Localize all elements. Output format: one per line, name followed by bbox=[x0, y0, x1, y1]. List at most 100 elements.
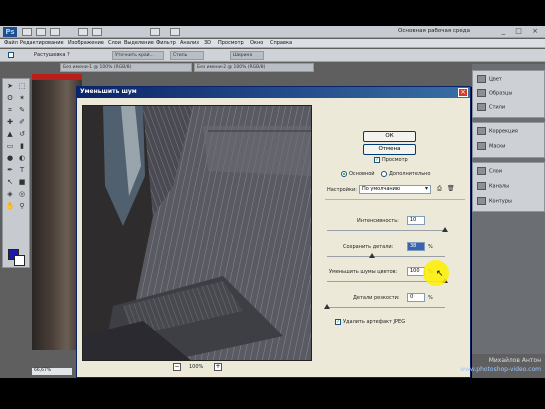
pen-tool-icon[interactable]: ✒ bbox=[5, 166, 15, 175]
sharpen-details-input[interactable]: 0 bbox=[407, 293, 425, 302]
healing-brush-icon[interactable]: ✚ bbox=[5, 118, 15, 127]
zoom-in-button[interactable]: + bbox=[214, 363, 222, 371]
strength-slider-thumb[interactable] bbox=[442, 227, 448, 232]
path-selection-icon[interactable]: ↖ bbox=[5, 178, 15, 187]
bridge-icon[interactable] bbox=[22, 28, 32, 36]
background-color-swatch[interactable] bbox=[14, 255, 25, 266]
adjustments-panel-tab[interactable]: Коррекция bbox=[477, 127, 518, 139]
document-canvas[interactable] bbox=[32, 74, 82, 350]
cursor-icon: ↖ bbox=[436, 269, 444, 279]
menu-analysis[interactable]: Анализ bbox=[180, 40, 199, 46]
menu-window[interactable]: Окно bbox=[250, 40, 263, 46]
eyedropper-icon[interactable]: ✎ bbox=[17, 106, 27, 115]
brush-tool-icon[interactable]: ✐ bbox=[17, 118, 27, 127]
menu-3d[interactable]: 3D bbox=[204, 40, 211, 46]
type-tool-icon[interactable]: T bbox=[17, 166, 27, 175]
options-checkbox[interactable] bbox=[8, 52, 14, 58]
width-field[interactable]: Ширина bbox=[230, 51, 264, 60]
styles-panel-tab[interactable]: Стили bbox=[477, 103, 505, 115]
cancel-button[interactable]: Отмена bbox=[363, 144, 416, 155]
swatches-panel-icon bbox=[477, 89, 486, 97]
preserve-details-slider-track[interactable] bbox=[327, 256, 445, 257]
magic-wand-icon[interactable]: ✶ bbox=[17, 94, 27, 103]
status-zoom: 66,67% bbox=[32, 368, 72, 375]
menu-file[interactable]: Файл bbox=[4, 40, 18, 46]
style-dropdown[interactable]: Стиль bbox=[170, 51, 204, 60]
sharpen-details-percent: % bbox=[428, 295, 433, 301]
swatches-panel-label: Образцы bbox=[489, 90, 513, 97]
masks-panel-tab[interactable]: Маски bbox=[477, 142, 505, 154]
blur-tool-icon[interactable]: ● bbox=[5, 154, 15, 163]
preview-checkbox[interactable]: ✓ bbox=[374, 157, 380, 163]
shape-tool-icon[interactable]: ■ bbox=[17, 178, 27, 187]
lasso-tool-icon[interactable]: ʘ bbox=[5, 94, 15, 103]
watermark-url: www.photoshop-video.com bbox=[460, 366, 541, 373]
menu-layers[interactable]: Слои bbox=[108, 40, 121, 46]
hand-tool-icon[interactable] bbox=[78, 28, 88, 36]
channels-panel-tab[interactable]: Каналы bbox=[477, 182, 509, 194]
screen-mode-icon[interactable] bbox=[170, 28, 180, 36]
filter-preview[interactable] bbox=[82, 105, 312, 361]
styles-panel-icon bbox=[477, 103, 486, 111]
mode-basic-radio[interactable] bbox=[341, 171, 347, 177]
color-panel-group: Цвет Образцы Стили bbox=[472, 70, 545, 118]
dialog-titlebar[interactable]: Уменьшить шум × bbox=[77, 87, 470, 98]
save-settings-icon[interactable]: ⎙ bbox=[437, 185, 442, 193]
clone-stamp-icon[interactable]: ▲ bbox=[5, 130, 15, 139]
paths-panel-tab[interactable]: Контуры bbox=[477, 197, 512, 209]
dodge-tool-icon[interactable]: ◐ bbox=[17, 154, 27, 163]
menu-help[interactable]: Справка bbox=[270, 40, 292, 46]
document-tab-2[interactable]: Без имени-2 @ 100% (RGB/8) bbox=[194, 63, 314, 72]
zoom-out-button[interactable]: − bbox=[173, 363, 181, 371]
workspace-switcher[interactable]: Основная рабочая среда bbox=[398, 28, 470, 34]
masks-panel-icon bbox=[477, 142, 486, 150]
remove-jpeg-artifact-checkbox[interactable]: ✓ bbox=[335, 319, 341, 325]
swatches-panel-tab[interactable]: Образцы bbox=[477, 89, 512, 101]
menu-edit[interactable]: Редактирование bbox=[20, 40, 64, 46]
adjustments-panel-group: Коррекция Маски bbox=[472, 122, 545, 158]
dialog-title: Уменьшить шум bbox=[80, 88, 137, 95]
hand-tool-icon[interactable]: ✋ bbox=[5, 202, 15, 211]
document-tabs: Без имени-1 @ 100% (RGB/8) Без имени-2 @… bbox=[60, 63, 320, 72]
3d-camera-icon[interactable]: ◎ bbox=[17, 190, 27, 199]
gradient-tool-icon[interactable]: ▮ bbox=[17, 142, 27, 151]
canvas-red-detail bbox=[32, 74, 82, 80]
preserve-details-slider-thumb[interactable] bbox=[368, 253, 375, 258]
styles-panel-label: Стили bbox=[489, 104, 506, 111]
eraser-tool-icon[interactable]: ▭ bbox=[5, 142, 15, 151]
document-tab-1[interactable]: Без имени-1 @ 100% (RGB/8) bbox=[60, 63, 192, 72]
mode-advanced-radio[interactable] bbox=[381, 171, 387, 177]
reduce-color-noise-label: Уменьшить шумы цветов: bbox=[329, 269, 398, 275]
preserve-details-input[interactable]: 38 bbox=[407, 242, 425, 251]
move-tool-icon[interactable]: ➤ bbox=[5, 82, 15, 91]
marquee-tool-icon[interactable]: ⬚ bbox=[17, 82, 27, 91]
remove-jpeg-artifact-label: Удалить артефакт JPEG bbox=[343, 319, 406, 325]
minibridge-icon[interactable] bbox=[36, 28, 46, 36]
layers-panel-tab[interactable]: Слои bbox=[477, 167, 502, 179]
settings-dropdown[interactable]: По умолчанию bbox=[359, 185, 431, 194]
3d-rotate-icon[interactable]: ◈ bbox=[5, 190, 15, 199]
strength-input[interactable]: 10 bbox=[407, 216, 425, 225]
zoom-tool-icon[interactable]: ⚲ bbox=[17, 202, 27, 211]
options-bar: Растушевка ? Уточнить край... Стиль Шири… bbox=[0, 49, 545, 62]
refine-edge-button[interactable]: Уточнить край... bbox=[112, 51, 164, 60]
sharpen-details-slider-track[interactable] bbox=[327, 307, 445, 308]
sharpen-details-slider-thumb[interactable] bbox=[324, 304, 330, 309]
ok-button[interactable]: ОК bbox=[363, 131, 416, 142]
close-icon[interactable]: × bbox=[458, 88, 468, 97]
color-panel-tab[interactable]: Цвет bbox=[477, 75, 502, 87]
window-controls[interactable]: _ □ × bbox=[502, 27, 542, 35]
arrange-documents-icon[interactable] bbox=[150, 28, 160, 36]
menu-image[interactable]: Изображение bbox=[68, 40, 104, 46]
settings-separator bbox=[325, 199, 465, 200]
menu-view[interactable]: Просмотр bbox=[218, 40, 244, 46]
menu-select[interactable]: Выделение bbox=[124, 40, 154, 46]
history-brush-icon[interactable]: ↺ bbox=[17, 130, 27, 139]
masks-panel-label: Маски bbox=[489, 143, 506, 150]
rotate-view-icon[interactable] bbox=[92, 28, 102, 36]
menu-filter[interactable]: Фильтр bbox=[156, 40, 176, 46]
crop-tool-icon[interactable]: ⌗ bbox=[5, 106, 15, 115]
delete-settings-icon[interactable]: 🗑 bbox=[447, 185, 455, 192]
zoom-level-icon[interactable] bbox=[50, 28, 60, 36]
strength-slider-track[interactable] bbox=[327, 230, 445, 231]
